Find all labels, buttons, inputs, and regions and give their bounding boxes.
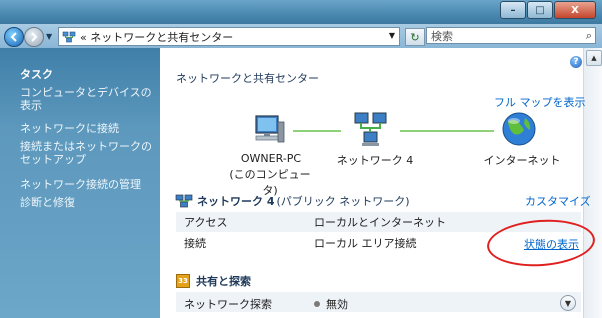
full-map-link[interactable]: フル マップを表示 [494, 94, 586, 110]
sidebar-task-connect-network[interactable]: ネットワークに接続 [20, 122, 154, 135]
scroll-up-button[interactable]: ▲ [586, 50, 602, 66]
row-value: ローカルとインターネット [314, 216, 446, 229]
sharing-header: 33 共有と探索 [176, 273, 251, 289]
map-connector-line [293, 130, 341, 132]
sidebar-task-view-computers[interactable]: コンピュータとデバイスの表示 [20, 86, 154, 112]
back-button[interactable] [4, 27, 24, 47]
network-header: ネットワーク 4 (パブリック ネットワーク) [175, 193, 410, 209]
address-dropdown-icon[interactable]: ▼ [389, 31, 395, 40]
vertical-scrollbar[interactable]: ▲ [583, 48, 602, 318]
network-type: (パブリック ネットワーク) [276, 195, 410, 208]
sidebar-task-manage-connections[interactable]: ネットワーク接続の管理 [20, 178, 154, 191]
row-value: 無効 [314, 296, 348, 312]
title-bar: – □ X [0, 0, 602, 24]
sharing-title: 共有と探索 [196, 275, 251, 288]
network-name: ネットワーク 4 [197, 195, 275, 208]
internet-label: インターネット [483, 154, 561, 167]
network-icon [62, 31, 76, 42]
task-sidebar: タスク コンピュータとデバイスの表示 ネットワークに接続 接続またはネットワーク… [0, 48, 160, 318]
search-placeholder: 検索 [431, 29, 453, 43]
row-key: 接続 [184, 237, 206, 250]
row-value-text: 無効 [326, 298, 348, 311]
address-field[interactable]: « ネットワークと共有センター ▼ [58, 27, 400, 46]
arrow-right-icon [31, 32, 38, 42]
sidebar-section-title: タスク [20, 68, 53, 81]
internet-globe-icon[interactable] [500, 110, 538, 148]
forward-button[interactable] [24, 27, 44, 47]
minimize-button[interactable]: – [500, 1, 526, 19]
window-controls: – □ X [500, 1, 596, 19]
network-small-icon [175, 194, 193, 208]
help-icon[interactable]: ? [570, 56, 582, 68]
row-key: ネットワーク探索 [184, 298, 272, 311]
network-map-icon[interactable] [351, 110, 391, 150]
sidebar-task-diagnose-repair[interactable]: 診断と修復 [20, 196, 154, 209]
map-connector-line [400, 130, 494, 132]
history-dropdown-icon[interactable]: ▼ [46, 32, 52, 41]
computer-name-label: OWNER-PC [240, 152, 302, 165]
computer-icon[interactable] [250, 112, 286, 148]
sharing-row: ネットワーク探索 無効 [176, 292, 581, 312]
row-key: アクセス [184, 216, 228, 229]
refresh-icon: ↻ [410, 30, 420, 44]
sidebar-task-setup-connection[interactable]: 接続またはネットワークのセットアップ [20, 140, 154, 166]
address-toolbar: ▼ « ネットワークと共有センター ▼ ↻ 検索 ⌕ [0, 24, 602, 48]
close-button[interactable]: X [554, 1, 596, 19]
arrow-left-icon [10, 32, 17, 42]
network-name-label: ネットワーク 4 [336, 154, 414, 167]
status-dot-icon [314, 301, 320, 307]
search-input[interactable]: 検索 ⌕ [426, 27, 596, 44]
sharing-icon: 33 [176, 274, 190, 288]
page-title: ネットワークと共有センター [176, 72, 319, 85]
address-breadcrumb[interactable]: « ネットワークと共有センター [80, 29, 233, 45]
customize-link[interactable]: カスタマイズ [525, 193, 591, 209]
maximize-button[interactable]: □ [527, 1, 553, 19]
expand-chevron-icon[interactable]: ▼ [560, 295, 576, 311]
row-value: ローカル エリア接続 [314, 237, 417, 250]
search-icon[interactable]: ⌕ [586, 29, 592, 43]
refresh-button[interactable]: ↻ [405, 28, 425, 46]
